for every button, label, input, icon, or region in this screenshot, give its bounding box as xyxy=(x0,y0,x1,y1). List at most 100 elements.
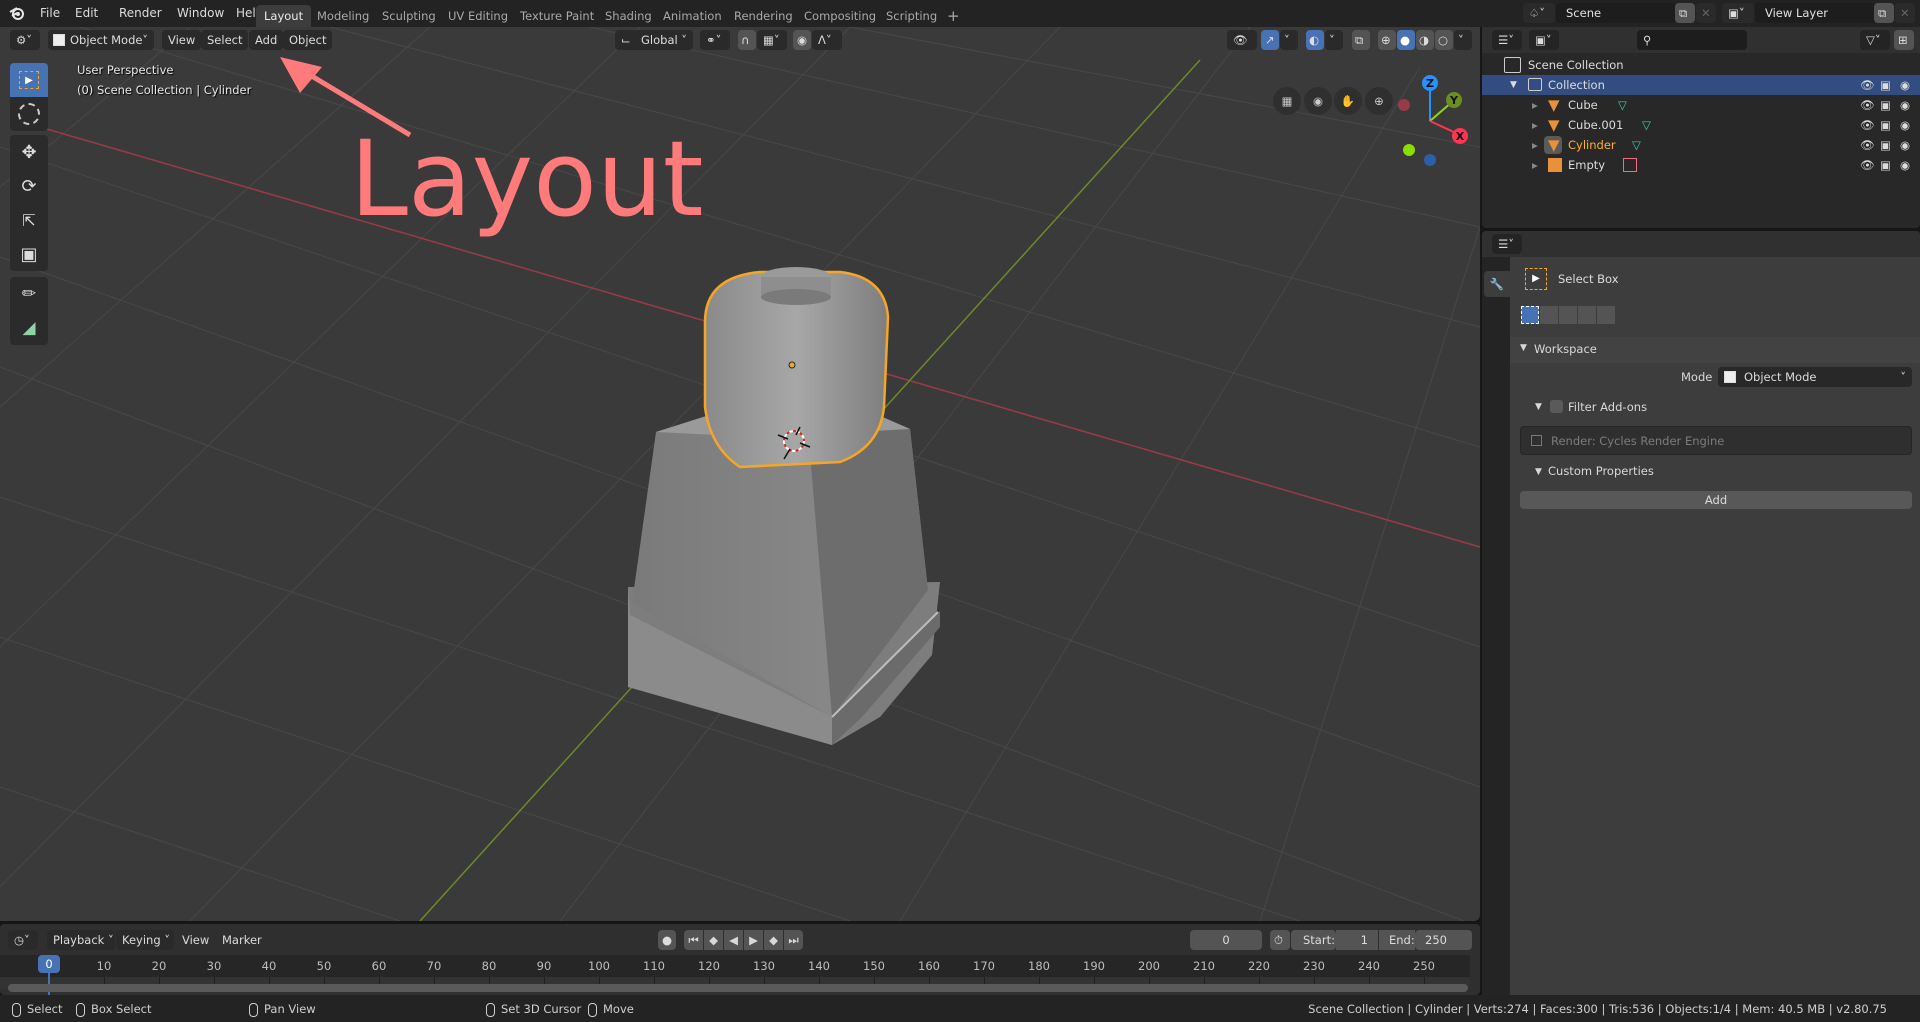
snap-toggle[interactable]: ∩ xyxy=(738,30,756,50)
timeline-menu-marker[interactable]: Marker xyxy=(216,930,268,950)
menu-edit[interactable]: Edit xyxy=(69,4,104,23)
mesh-data-icon[interactable]: ▽ xyxy=(1642,115,1651,135)
gizmo-neg-y[interactable] xyxy=(1403,144,1415,156)
tab-compositing[interactable]: Compositing xyxy=(796,5,884,27)
tool-transform[interactable]: ▣ xyxy=(10,237,48,271)
keying-menu[interactable]: Keying ˅ xyxy=(116,930,174,950)
tab-scripting[interactable]: Scripting xyxy=(878,5,945,27)
jump-end-icon[interactable]: ⏭ xyxy=(784,930,803,950)
mode-dropdown[interactable]: Object Mode ˅ xyxy=(48,30,154,50)
mode-new-icon[interactable] xyxy=(1521,306,1539,324)
viewport-menu-select[interactable]: Select xyxy=(201,30,249,50)
auto-keying-toggle[interactable]: ● xyxy=(658,930,676,950)
monitor-icon[interactable]: ▣ xyxy=(1880,75,1891,95)
overlays-toggle[interactable]: ◐ xyxy=(1306,30,1324,50)
visibility-dropdown[interactable]: 👁 xyxy=(1227,30,1257,50)
delete-view-layer-icon[interactable]: ✕ xyxy=(1895,3,1915,23)
tab-uv-editing[interactable]: UV Editing xyxy=(440,5,516,27)
add-workspace-button[interactable]: + xyxy=(939,5,968,27)
shading-material[interactable]: ◑ xyxy=(1416,30,1434,50)
menu-window[interactable]: Window xyxy=(171,4,230,23)
mesh-data-icon[interactable]: ▽ xyxy=(1618,95,1627,115)
camera-icon[interactable]: ◉ xyxy=(1900,95,1910,115)
tool-move[interactable]: ✥ xyxy=(10,135,48,169)
next-keyframe-icon[interactable]: ◆ xyxy=(764,930,783,950)
play-reverse-icon[interactable]: ◀ xyxy=(724,930,743,950)
scene-browse-button[interactable]: ♤˅ xyxy=(1523,3,1555,23)
overlays-dropdown[interactable]: ˅ xyxy=(1325,30,1343,50)
viewport-menu-view[interactable]: View xyxy=(162,30,202,50)
filter-addons-checkbox[interactable] xyxy=(1550,400,1563,413)
tab-modeling[interactable]: Modeling xyxy=(309,5,377,27)
tool-scale[interactable]: ⇱ xyxy=(10,203,48,237)
eye-icon[interactable]: 👁 xyxy=(1860,95,1875,115)
camera-icon[interactable]: ◉ xyxy=(1900,155,1910,175)
timeline-editor-type[interactable]: ◷˅ xyxy=(8,930,38,950)
view-layer-browse-button[interactable]: ▣˅ xyxy=(1722,3,1754,23)
camera-icon[interactable]: ◉ xyxy=(1900,75,1910,95)
tool-select-box[interactable]: ▶ xyxy=(10,63,48,97)
delete-scene-icon[interactable]: ✕ xyxy=(1696,3,1716,23)
outliner-search-input[interactable]: ⚲ xyxy=(1637,30,1747,50)
blender-logo-icon[interactable] xyxy=(8,4,26,22)
proportional-edit-toggle[interactable]: ◉ xyxy=(793,30,811,50)
new-scene-icon[interactable]: ⧉ xyxy=(1675,3,1695,23)
pivot-point-dropdown[interactable]: ⚭˅ xyxy=(700,30,730,50)
custom-properties-title[interactable]: Custom Properties xyxy=(1548,464,1654,478)
gizmo-toggle[interactable]: ↗ xyxy=(1261,30,1279,50)
mode-extend-icon[interactable] xyxy=(1540,306,1558,324)
transform-orientation-dropdown[interactable]: ⌙ Global ˅ xyxy=(615,30,693,50)
xray-toggle[interactable]: ⧉ xyxy=(1352,30,1370,50)
outliner-editor-type[interactable]: ☰˅ xyxy=(1492,30,1522,50)
viewport-menu-object[interactable]: Object xyxy=(283,30,333,50)
snap-target-dropdown[interactable]: ▦˅ xyxy=(757,30,787,50)
monitor-icon[interactable]: ▣ xyxy=(1880,115,1891,135)
outliner-row-collection[interactable]: ▼ Collection 👁 ▣ ◉ xyxy=(1482,75,1920,95)
mode-subtract-icon[interactable] xyxy=(1559,306,1577,324)
scene-name-field[interactable]: Scene xyxy=(1556,3,1676,23)
new-view-layer-icon[interactable]: ⧉ xyxy=(1874,3,1894,23)
shading-solid[interactable]: ● xyxy=(1397,30,1415,50)
end-frame-field[interactable]: 250 xyxy=(1415,930,1472,950)
zoom-view-button[interactable]: ⊕ xyxy=(1365,87,1393,115)
tab-layout[interactable]: Layout xyxy=(256,5,312,27)
gizmo-neg-z[interactable] xyxy=(1424,154,1436,166)
tool-tab[interactable]: 🔧 xyxy=(1484,271,1510,297)
tab-shading[interactable]: Shading xyxy=(597,5,660,27)
camera-view-button[interactable]: ◉ xyxy=(1304,87,1332,115)
monitor-icon[interactable]: ▣ xyxy=(1880,135,1891,155)
pan-view-button[interactable]: ✋ xyxy=(1334,87,1362,115)
camera-icon[interactable]: ◉ xyxy=(1900,135,1910,155)
workspace-panel-header[interactable]: ▼ Workspace xyxy=(1510,337,1920,363)
prev-keyframe-icon[interactable]: ◆ xyxy=(704,930,723,950)
new-collection-button[interactable]: ⊞ xyxy=(1894,30,1914,50)
camera-icon[interactable]: ◉ xyxy=(1900,115,1910,135)
tab-rendering[interactable]: Rendering xyxy=(726,5,801,27)
add-property-button[interactable]: Add xyxy=(1520,491,1912,509)
playhead-frame[interactable]: 0 xyxy=(38,955,60,973)
current-frame-field[interactable]: 0 xyxy=(1190,930,1262,950)
expand-triangle-icon[interactable]: ▼ xyxy=(1510,75,1517,95)
frame-ruler[interactable]: 10 20 30 40 50 60 70 80 90 100 110 120 130 140 150 160 1… xyxy=(0,955,1470,977)
monitor-icon[interactable]: ▣ xyxy=(1880,155,1891,175)
gizmo-dropdown[interactable]: ˅ xyxy=(1280,30,1298,50)
timeline-scrollbar[interactable] xyxy=(8,984,1468,992)
display-mode-dropdown[interactable]: ▣˅ xyxy=(1529,30,1559,50)
eye-icon[interactable]: 👁 xyxy=(1860,115,1875,135)
falloff-dropdown[interactable]: Λ˅ xyxy=(812,30,842,50)
mesh-data-icon[interactable]: ▽ xyxy=(1632,135,1641,155)
eye-icon[interactable]: 👁 xyxy=(1860,135,1875,155)
jump-start-icon[interactable]: ⏮ xyxy=(684,930,703,950)
monitor-icon[interactable]: ▣ xyxy=(1880,95,1891,115)
outliner-row-cube[interactable]: ▸ ▼ Cube ▽ 👁 ▣ ◉ xyxy=(1482,95,1920,115)
toggle-ortho-button[interactable]: ▦ xyxy=(1273,87,1301,115)
workspace-mode-dropdown[interactable]: Object Mode ˅ xyxy=(1718,367,1912,387)
filter-dropdown[interactable]: ▽˅ xyxy=(1860,30,1890,50)
shading-dropdown[interactable]: ˅ xyxy=(1454,30,1472,50)
outliner-row-cylinder[interactable]: ▸ ▼ Cylinder ▽ 👁 ▣ ◉ xyxy=(1482,135,1920,155)
view-layer-name-field[interactable]: View Layer xyxy=(1755,3,1875,23)
tool-rotate[interactable]: ⟳ xyxy=(10,169,48,203)
tab-sculpting[interactable]: Sculpting xyxy=(374,5,444,27)
menu-file[interactable]: File xyxy=(34,4,66,23)
addon-checkbox[interactable] xyxy=(1531,435,1542,446)
